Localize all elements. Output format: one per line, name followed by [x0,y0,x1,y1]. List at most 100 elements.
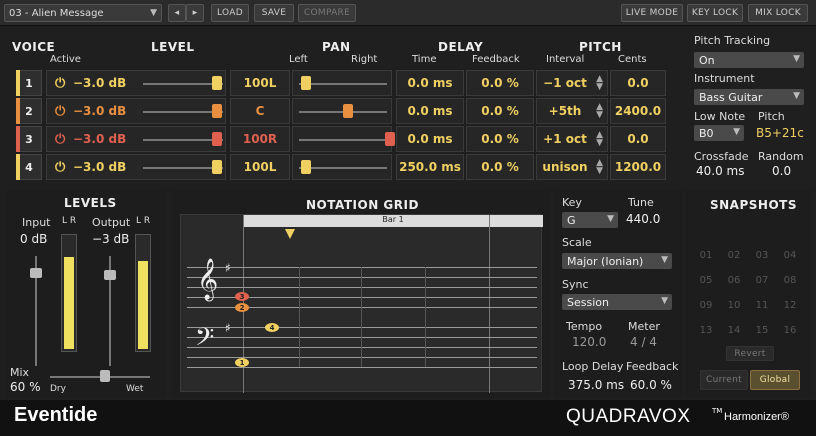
level-slider-knob[interactable] [212,104,222,118]
playhead-icon[interactable] [285,229,295,239]
delay-feedback-cell[interactable]: 0.0 % [466,98,534,124]
note-voice-4[interactable]: 4 [265,323,279,332]
footer: Eventide QUADRAVOX TM Harmonizer® [0,400,816,436]
random-value[interactable]: 0.0 [772,164,791,178]
level-value[interactable]: −3.0 dB [73,160,126,174]
snapshot-slot[interactable]: 14 [724,325,744,336]
revert-button[interactable]: Revert [726,346,774,361]
delay-header: DELAY [438,40,484,54]
voice-color-bar [16,98,20,124]
snapshot-slot[interactable]: 15 [752,325,772,336]
global-button[interactable]: Global [750,370,800,390]
cents-cell[interactable]: 0.0 [610,126,666,152]
tracking-mode-select[interactable]: On ▼ [694,52,804,68]
delay-time-cell[interactable]: 0.0 ms [396,126,464,152]
power-icon[interactable]: ⏻ [55,132,65,147]
level-cell: ⏻ −3.0 dB [46,154,226,180]
snapshot-slot[interactable]: 04 [780,250,800,261]
note-voice-2[interactable]: 2 [235,303,249,312]
snapshot-slot[interactable]: 10 [724,300,744,311]
level-slider-knob[interactable] [212,76,222,90]
scale-select[interactable]: Major (Ionian) ▼ [562,253,672,269]
interval-cell[interactable]: +5th ▲ ▼ [536,98,608,124]
sharp-icon: ♯ [225,261,231,275]
snapshot-slot[interactable]: 05 [696,275,716,286]
cents-cell[interactable]: 1200.0 [610,154,666,180]
voice-row-3: 3 ⏻ −3.0 dB 100R 0.0 ms 0.0 % +1 oct ▲ ▼ 0… [16,126,679,152]
key-select[interactable]: G ▼ [562,212,618,228]
note-voice-1[interactable]: 1 [235,358,249,367]
level-slider-knob[interactable] [212,132,222,146]
random-label: Random [758,150,804,163]
instrument-select[interactable]: Bass Guitar ▼ [694,89,804,105]
preset-select[interactable]: 03 - Alien Message ▼ [4,4,162,22]
low-note-select[interactable]: B0 ▼ [694,125,744,141]
snapshot-slot[interactable]: 11 [752,300,772,311]
level-value[interactable]: −3.0 dB [73,132,126,146]
level-slider-knob[interactable] [212,160,222,174]
dry-label: Dry [50,384,66,394]
next-preset-icon[interactable]: ▸ [186,4,204,22]
notation-grid[interactable]: Bar 1 𝄞 𝄢 ♯ ♯ 3 2 4 1 [180,214,543,393]
delay-feedback-cell[interactable]: 0.0 % [466,154,534,180]
delay-time-cell[interactable]: 0.0 ms [396,98,464,124]
pan-slider-knob[interactable] [301,76,311,90]
snapshot-slot[interactable]: 01 [696,250,716,261]
delay-feedback-cell[interactable]: 0.0 % [466,126,534,152]
delay-time-cell[interactable]: 250.0 ms [396,154,464,180]
tune-value[interactable]: 440.0 [626,212,660,226]
stepper-icon[interactable]: ▲ ▼ [596,159,603,176]
snapshot-slot[interactable]: 03 [752,250,772,261]
crossfade-value[interactable]: 40.0 ms [696,164,744,178]
input-fader-knob[interactable] [30,268,42,278]
interval-cell[interactable]: unison ▲ ▼ [536,154,608,180]
notation-title: NOTATION GRID [306,198,419,212]
stepper-icon[interactable]: ▲ ▼ [596,131,603,148]
snapshot-slot[interactable]: 08 [780,275,800,286]
stepper-icon[interactable]: ▲ ▼ [596,75,603,92]
pan-slider-knob[interactable] [301,160,311,174]
power-icon[interactable]: ⏻ [55,104,65,119]
load-button[interactable]: LOAD [211,4,249,22]
cents-cell[interactable]: 0.0 [610,70,666,96]
interval-cell[interactable]: −1 oct ▲ ▼ [536,70,608,96]
snapshot-slot[interactable]: 09 [696,300,716,311]
pan-slider-knob[interactable] [385,132,395,146]
prev-preset-icon[interactable]: ◂ [168,4,186,22]
delay-time-cell[interactable]: 0.0 ms [396,70,464,96]
pan-value-cell[interactable]: 100L [230,70,290,96]
pan-value-cell[interactable]: 100L [230,154,290,180]
cents-cell[interactable]: 2400.0 [610,98,666,124]
mix-lock-button[interactable]: MIX LOCK [748,4,808,22]
loop-feedback-value[interactable]: 60.0 % [630,378,672,392]
snapshot-slot[interactable]: 16 [780,325,800,336]
cents-value: 1200.0 [614,160,662,174]
level-value[interactable]: −3.0 dB [73,76,126,90]
stepper-icon[interactable]: ▲ ▼ [596,103,603,120]
save-button[interactable]: SAVE [254,4,294,22]
snapshot-slot[interactable]: 06 [724,275,744,286]
delay-feedback-cell[interactable]: 0.0 % [466,70,534,96]
sync-select[interactable]: Session ▼ [562,294,672,310]
live-mode-button[interactable]: LIVE MODE [621,4,683,22]
output-fader-knob[interactable] [104,270,116,280]
mix-slider-knob[interactable] [100,370,110,382]
snapshot-slot[interactable]: 12 [780,300,800,311]
snapshot-slot[interactable]: 13 [696,325,716,336]
loop-delay-value[interactable]: 375.0 ms [568,378,624,392]
key-lock-button[interactable]: KEY LOCK [687,4,743,22]
power-icon[interactable]: ⏻ [55,160,65,175]
pan-slider-knob[interactable] [343,104,353,118]
pan-value-cell[interactable]: C [230,98,290,124]
voice-row-2: 2 ⏻ −3.0 dB C 0.0 ms 0.0 % +5th ▲ ▼ 2400.0 [16,98,679,124]
interval-cell[interactable]: +1 oct ▲ ▼ [536,126,608,152]
compare-button[interactable]: COMPARE [298,4,356,22]
harmonizer-label: Harmonizer® [724,411,789,423]
power-icon[interactable]: ⏻ [55,76,65,91]
snapshot-slot[interactable]: 02 [724,250,744,261]
pan-value-cell[interactable]: 100R [230,126,290,152]
current-button[interactable]: Current [700,370,748,390]
note-voice-3[interactable]: 3 [235,292,249,301]
snapshot-slot[interactable]: 07 [752,275,772,286]
level-value[interactable]: −3.0 dB [73,104,126,118]
